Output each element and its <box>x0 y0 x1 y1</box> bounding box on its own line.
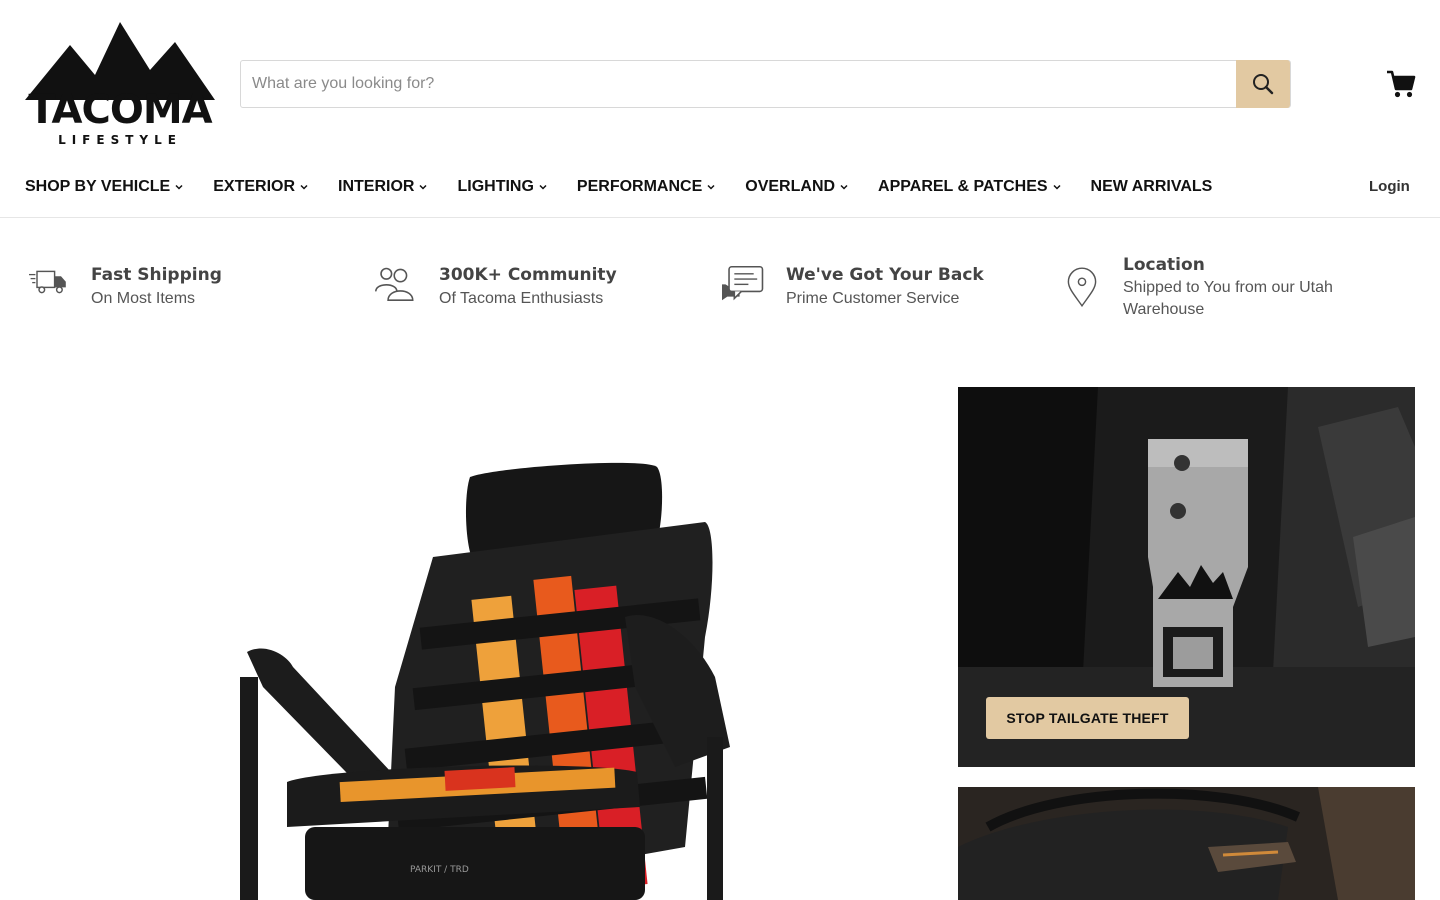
feature-fast-shipping: Fast Shipping On Most Items <box>25 255 345 335</box>
nav-label: SHOP BY VEHICLE <box>25 178 171 195</box>
login-link[interactable]: Login <box>1369 178 1410 195</box>
tailgate-theft-banner[interactable]: STOP TAILGATE THEFT <box>958 387 1415 767</box>
feature-location: Location Shipped to You from our Utah Wa… <box>1066 255 1406 335</box>
chevron-down-icon <box>1053 184 1061 190</box>
nav-label: EXTERIOR <box>213 178 296 195</box>
search-icon <box>1253 74 1274 95</box>
feature-subtitle: Shipped to You from our Utah Warehouse <box>1123 279 1333 318</box>
feature-title: Fast Shipping <box>91 265 222 285</box>
nav-label: APPAREL & PATCHES <box>878 178 1048 195</box>
logo-text: TACOMA <box>28 87 212 133</box>
chat-icon <box>722 265 764 301</box>
chevron-down-icon <box>840 184 848 190</box>
nav-overland[interactable]: OVERLAND <box>745 178 848 196</box>
hero-product-banner[interactable]: PARKIT / TRD <box>25 387 935 900</box>
chevron-down-icon <box>175 184 183 190</box>
main-navigation: SHOP BY VEHICLE EXTERIOR INTERIOR LIGHTI… <box>25 172 1242 202</box>
feature-customer-service: We've Got Your Back Prime Customer Servi… <box>720 255 1040 335</box>
feature-subtitle: On Most Items <box>91 290 196 307</box>
truck-icon <box>29 270 66 294</box>
svg-text:PARKIT / TRD: PARKIT / TRD <box>410 865 469 875</box>
feature-strip: Fast Shipping On Most Items 300K+ Commun… <box>0 255 1440 335</box>
chevron-down-icon <box>300 184 308 190</box>
nav-apparel-patches[interactable]: APPAREL & PATCHES <box>878 178 1061 196</box>
nav-label: NEW ARRIVALS <box>1090 178 1213 195</box>
camp-chair-image: PARKIT / TRD <box>240 462 730 900</box>
chevron-down-icon <box>539 184 547 190</box>
search-bar <box>240 60 1291 108</box>
truck-front-image <box>958 787 1415 900</box>
feature-title: Location <box>1123 255 1205 275</box>
feature-community: 300K+ Community Of Tacoma Enthusiasts <box>373 255 693 335</box>
shopping-cart-icon <box>1387 70 1416 98</box>
nav-exterior[interactable]: EXTERIOR <box>213 178 308 196</box>
feature-subtitle: Prime Customer Service <box>786 290 960 307</box>
nav-new-arrivals[interactable]: NEW ARRIVALS <box>1091 178 1213 196</box>
brand-logo[interactable]: TACOMA LIFESTYLE <box>25 20 215 150</box>
community-icon <box>374 267 414 301</box>
stop-tailgate-theft-button[interactable]: STOP TAILGATE THEFT <box>986 697 1189 739</box>
location-pin-icon <box>1067 267 1097 308</box>
logo-subtitle: LIFESTYLE <box>58 133 182 147</box>
truck-lighting-banner[interactable] <box>958 787 1415 900</box>
feature-subtitle: Of Tacoma Enthusiasts <box>439 290 604 307</box>
feature-title: We've Got Your Back <box>786 265 984 285</box>
chevron-down-icon <box>419 184 428 190</box>
search-input[interactable] <box>241 61 1238 107</box>
nav-label: OVERLAND <box>745 178 836 195</box>
site-header: TACOMA LIFESTYLE SHOP BY VEHICLE EXTERIO… <box>0 0 1440 218</box>
nav-label: INTERIOR <box>338 178 415 195</box>
feature-title: 300K+ Community <box>439 265 617 285</box>
nav-label: LIGHTING <box>457 178 534 195</box>
nav-lighting[interactable]: LIGHTING <box>457 178 547 196</box>
nav-performance[interactable]: PERFORMANCE <box>577 178 715 196</box>
nav-interior[interactable]: INTERIOR <box>338 178 428 196</box>
chevron-down-icon <box>707 184 715 190</box>
nav-shop-by-vehicle[interactable]: SHOP BY VEHICLE <box>25 178 183 196</box>
search-button[interactable] <box>1236 60 1290 108</box>
nav-label: PERFORMANCE <box>576 178 703 195</box>
cart-button[interactable] <box>1385 68 1417 100</box>
